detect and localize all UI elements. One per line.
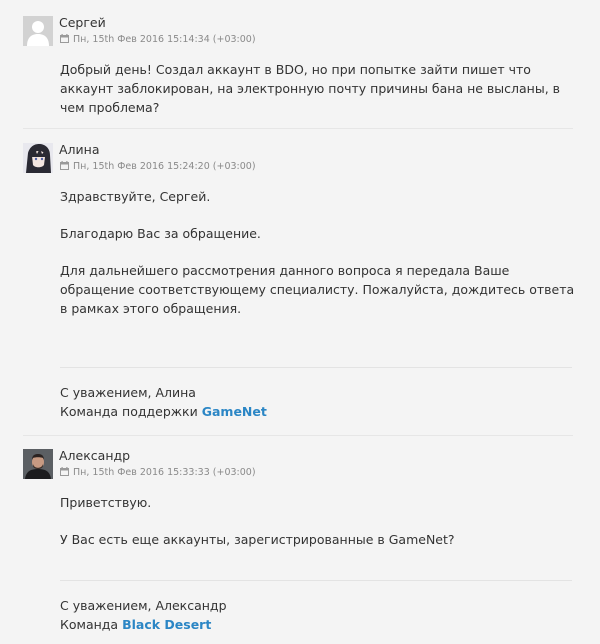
team-prefix: Команда поддержки bbox=[60, 404, 198, 419]
avatar bbox=[23, 143, 53, 173]
timestamp-row: Пн, 15th Фев 2016 15:33:33 (+03:00) bbox=[60, 467, 256, 478]
author-name: Алина bbox=[59, 142, 100, 157]
author-name: Сергей bbox=[59, 15, 106, 30]
signature-divider bbox=[60, 580, 572, 581]
person-photo-avatar-icon bbox=[23, 449, 53, 479]
message-paragraph: Для дальнейшего рассмотрения данного воп… bbox=[60, 263, 575, 316]
gamenet-link[interactable]: GameNet bbox=[202, 404, 267, 419]
avatar bbox=[23, 16, 53, 46]
calendar-icon bbox=[60, 34, 69, 43]
timestamp-row: Пн, 15th Фев 2016 15:14:34 (+03:00) bbox=[60, 34, 256, 45]
calendar-icon bbox=[60, 467, 69, 476]
timestamp-row: Пн, 15th Фев 2016 15:24:20 (+03:00) bbox=[60, 161, 256, 172]
signature-divider bbox=[60, 367, 572, 368]
signature: С уважением, Алина Команда поддержки Gam… bbox=[60, 383, 267, 421]
signature-line: С уважением, Алина bbox=[60, 385, 196, 400]
author-name: Александр bbox=[59, 448, 131, 463]
message-body: Приветствую. У Вас есть еще аккаунты, за… bbox=[60, 493, 580, 549]
team-prefix: Команда bbox=[60, 617, 119, 632]
timestamp: Пн, 15th Фев 2016 15:14:34 (+03:00) bbox=[73, 34, 256, 45]
message-divider bbox=[23, 128, 573, 129]
signature-team: Команда Black Desert bbox=[60, 615, 227, 634]
calendar-icon bbox=[60, 161, 69, 170]
message-paragraph: Добрый день! Создал аккаунт в BDO, но пр… bbox=[60, 62, 561, 115]
signature-line: С уважением, Александр bbox=[60, 598, 227, 613]
ticket-thread: Сергей Пн, 15th Фев 2016 15:14:34 (+03:0… bbox=[0, 0, 600, 644]
signature-team: Команда поддержки GameNet bbox=[60, 402, 267, 421]
signature: С уважением, Александр Команда Black Des… bbox=[60, 596, 227, 634]
message-body: Здравствуйте, Сергей. Благодарю Вас за о… bbox=[60, 187, 580, 318]
message-paragraph: У Вас есть еще аккаунты, зарегистрирован… bbox=[60, 532, 455, 547]
message-divider bbox=[23, 435, 573, 436]
message-paragraph: Приветствую. bbox=[60, 495, 152, 510]
message-paragraph: Здравствуйте, Сергей. bbox=[60, 189, 211, 204]
default-user-avatar-icon bbox=[23, 16, 53, 46]
avatar bbox=[23, 449, 53, 479]
anime-character-avatar-icon bbox=[23, 143, 53, 173]
message-body: Добрый день! Создал аккаунт в BDO, но пр… bbox=[60, 60, 580, 117]
black-desert-link[interactable]: Black Desert bbox=[122, 617, 211, 632]
timestamp: Пн, 15th Фев 2016 15:33:33 (+03:00) bbox=[73, 467, 256, 478]
message-paragraph: Благодарю Вас за обращение. bbox=[60, 226, 261, 241]
timestamp: Пн, 15th Фев 2016 15:24:20 (+03:00) bbox=[73, 161, 256, 172]
